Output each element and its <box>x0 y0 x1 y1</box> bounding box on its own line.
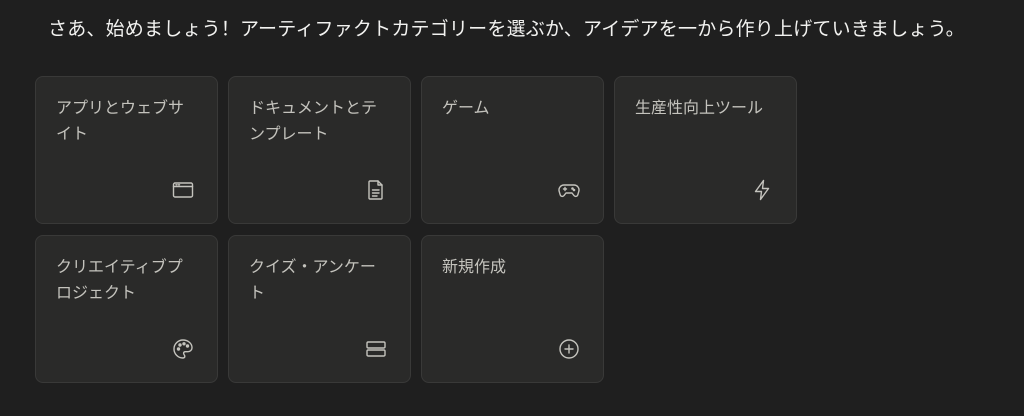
browser-window-icon <box>171 178 195 202</box>
gamepad-icon <box>557 178 581 202</box>
category-card-games[interactable]: ゲーム <box>421 76 604 224</box>
plus-circle-icon <box>557 337 581 361</box>
category-card-new[interactable]: 新規作成 <box>421 235 604 383</box>
category-card-quiz-survey[interactable]: クイズ・アンケート <box>228 235 411 383</box>
category-label: ドキュメントとテンプレート <box>249 98 378 143</box>
category-card-creative-projects[interactable]: クリエイティブプロジェクト <box>35 235 218 383</box>
category-label: クイズ・アンケート <box>249 257 376 302</box>
category-label: クリエイティブプロジェクト <box>56 257 183 302</box>
category-label: ゲーム <box>442 98 490 117</box>
palette-icon <box>171 337 195 361</box>
lightning-icon <box>750 178 774 202</box>
intro-message: さあ、始めましょう！アーティファクトカテゴリーを選ぶか、アイデアを一から作り上げ… <box>48 18 965 40</box>
category-card-productivity-tools[interactable]: 生産性向上ツール <box>614 76 797 224</box>
stacked-rows-icon <box>364 337 388 361</box>
document-icon <box>364 178 388 202</box>
category-card-documents-templates[interactable]: ドキュメントとテンプレート <box>228 76 411 224</box>
category-card-apps-websites[interactable]: アプリとウェブサイト <box>35 76 218 224</box>
category-label: 生産性向上ツール <box>635 98 764 117</box>
category-grid: アプリとウェブサイト ドキュメントとテンプレート ゲーム 生産性向上ツール クリ… <box>35 76 797 383</box>
category-label: アプリとウェブサイト <box>56 98 185 143</box>
category-label: 新規作成 <box>442 257 507 276</box>
